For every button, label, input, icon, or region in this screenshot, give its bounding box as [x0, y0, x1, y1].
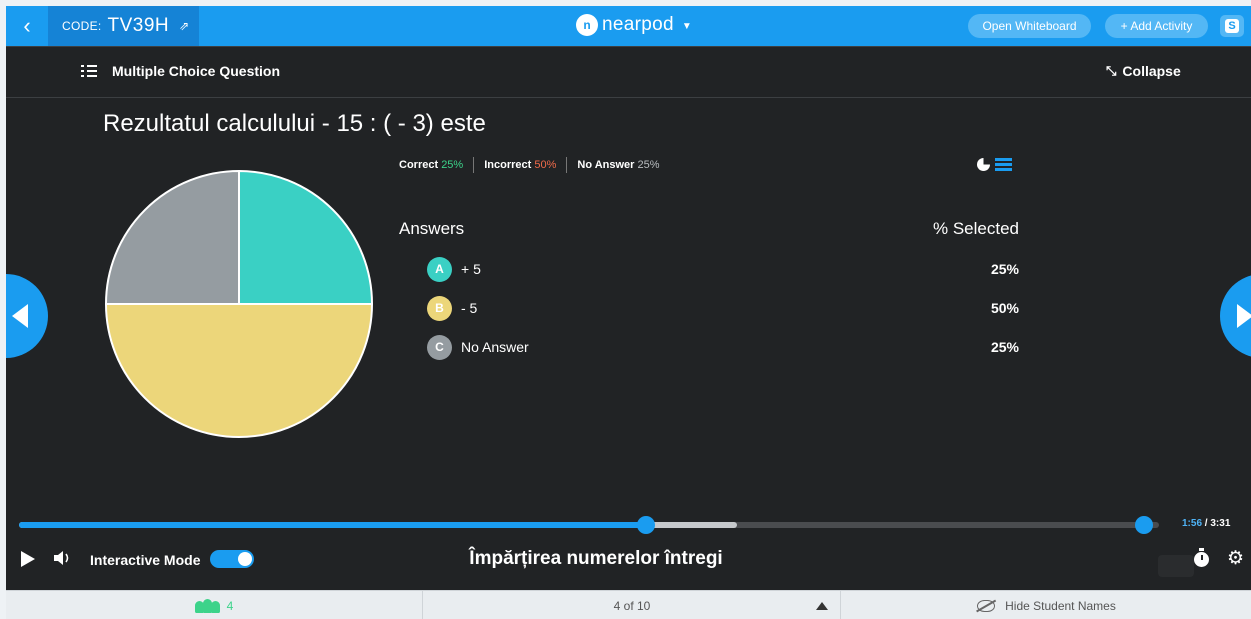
incorrect-label: Incorrect: [484, 159, 532, 171]
nearpod-window: ‹ CODE: TV39H ⇗ n nearpod ▼ Open Whitebo…: [6, 6, 1251, 619]
question-header: Multiple Choice Question ⤡ Collapse: [6, 46, 1251, 98]
interactive-mode-toggle[interactable]: [210, 550, 254, 568]
option-text-a: + 5: [461, 261, 481, 277]
hide-student-names-button[interactable]: Hide Student Names: [842, 591, 1251, 619]
open-whiteboard-button[interactable]: Open Whiteboard: [968, 14, 1091, 38]
toggle-knob: [238, 552, 252, 566]
video-watermark: [1158, 555, 1194, 577]
played-bar: [19, 522, 646, 528]
question-type: Multiple Choice Question: [81, 63, 280, 79]
answer-stats: Correct 25% Incorrect 50% No Answer 25%: [399, 157, 660, 173]
option-percent-a: 25%: [990, 261, 1019, 277]
percent-selected-label: % Selected: [933, 219, 1019, 238]
current-time: 1:56: [1182, 518, 1203, 529]
nearpod-logo[interactable]: n nearpod ▼: [576, 14, 692, 36]
option-letter-c: C: [427, 334, 452, 360]
answer-row-c: C No Answer 25%: [427, 334, 1019, 360]
question-type-label: Multiple Choice Question: [112, 63, 281, 79]
list-icon: [81, 65, 97, 77]
time-separator: /: [1204, 518, 1208, 529]
end-marker-handle[interactable]: [1135, 516, 1154, 534]
back-button[interactable]: ‹: [6, 6, 48, 46]
account-avatar[interactable]: S: [1220, 15, 1244, 37]
logo-text: nearpod: [602, 14, 674, 35]
option-text-c: No Answer: [461, 339, 529, 355]
page-indicator: 4 of 10: [613, 598, 651, 613]
chevron-up-icon[interactable]: [816, 602, 828, 610]
option-letter-a: A: [427, 256, 452, 282]
list-view-icon[interactable]: [995, 158, 1012, 171]
chevron-down-icon: ▼: [681, 21, 692, 32]
view-toggle: [977, 158, 1012, 171]
divider: [566, 157, 568, 173]
total-time: 3:31: [1210, 518, 1231, 529]
gear-icon[interactable]: ⚙: [1227, 547, 1244, 570]
question-text: Rezultatul calculului - 15 : ( - 3) este: [103, 110, 486, 137]
previous-slide-button[interactable]: [6, 274, 48, 358]
volume-icon[interactable]: [53, 549, 73, 567]
interactive-mode-label: Interactive Mode: [90, 552, 201, 568]
lesson-title: Împărțirea numerelor întregi: [469, 548, 723, 569]
students-icon: [194, 598, 221, 613]
session-code-box[interactable]: CODE: TV39H ⇗: [48, 6, 199, 46]
option-percent-b: 50%: [990, 300, 1019, 316]
incorrect-value: 50%: [534, 159, 557, 171]
option-percent-c: 25%: [990, 339, 1019, 355]
eye-slash-icon: [977, 599, 996, 612]
option-letter-b: B: [427, 295, 452, 321]
results-pie-chart: [104, 169, 374, 438]
student-count: 4: [226, 598, 234, 613]
divider: [473, 157, 475, 173]
collapse-icon: ⤡: [1106, 63, 1117, 78]
pie-slice-1: [238, 169, 374, 305]
no-answer-label: No Answer: [577, 159, 635, 171]
bottom-bar: 4 4 of 10 Hide Student Names: [6, 590, 1251, 619]
collapse-button[interactable]: ⤡ Collapse: [1106, 63, 1181, 79]
answer-row-b: B - 5 50%: [427, 295, 1019, 321]
pie-chart-icon[interactable]: [977, 158, 990, 171]
correct-value: 25%: [441, 159, 464, 171]
play-icon[interactable]: [21, 551, 35, 567]
chevron-left-icon: ‹: [23, 13, 31, 38]
timer-icon[interactable]: [1194, 548, 1209, 567]
nearpod-mark-icon: n: [576, 14, 598, 36]
pie-slice-2: [104, 303, 374, 438]
answers-header: Answers % Selected: [399, 219, 1019, 239]
progress-handle[interactable]: [637, 516, 655, 534]
pie-slice-3: [104, 169, 240, 305]
next-slide-button[interactable]: [1220, 274, 1251, 358]
correct-label: Correct: [399, 159, 439, 171]
code-value: TV39H: [107, 15, 170, 36]
external-link-icon[interactable]: ⇗: [179, 19, 189, 33]
answer-row-a: A + 5 25%: [427, 256, 1019, 282]
slide-navigator[interactable]: 4 of 10: [424, 591, 841, 619]
no-answer-value: 25%: [637, 159, 660, 171]
time-readout: 1:56 / 3:31: [1182, 518, 1230, 529]
hide-names-label: Hide Student Names: [1005, 598, 1116, 613]
add-activity-button[interactable]: + Add Activity: [1105, 14, 1208, 38]
code-label: CODE:: [62, 19, 102, 33]
video-progress-bar[interactable]: [19, 516, 1159, 534]
collapse-label: Collapse: [1122, 63, 1181, 79]
option-text-b: - 5: [461, 300, 478, 316]
answers-label: Answers: [399, 219, 465, 238]
avatar-letter: S: [1225, 19, 1239, 33]
students-button[interactable]: 4: [6, 591, 423, 619]
top-bar: ‹ CODE: TV39H ⇗ n nearpod ▼ Open Whitebo…: [6, 6, 1251, 46]
